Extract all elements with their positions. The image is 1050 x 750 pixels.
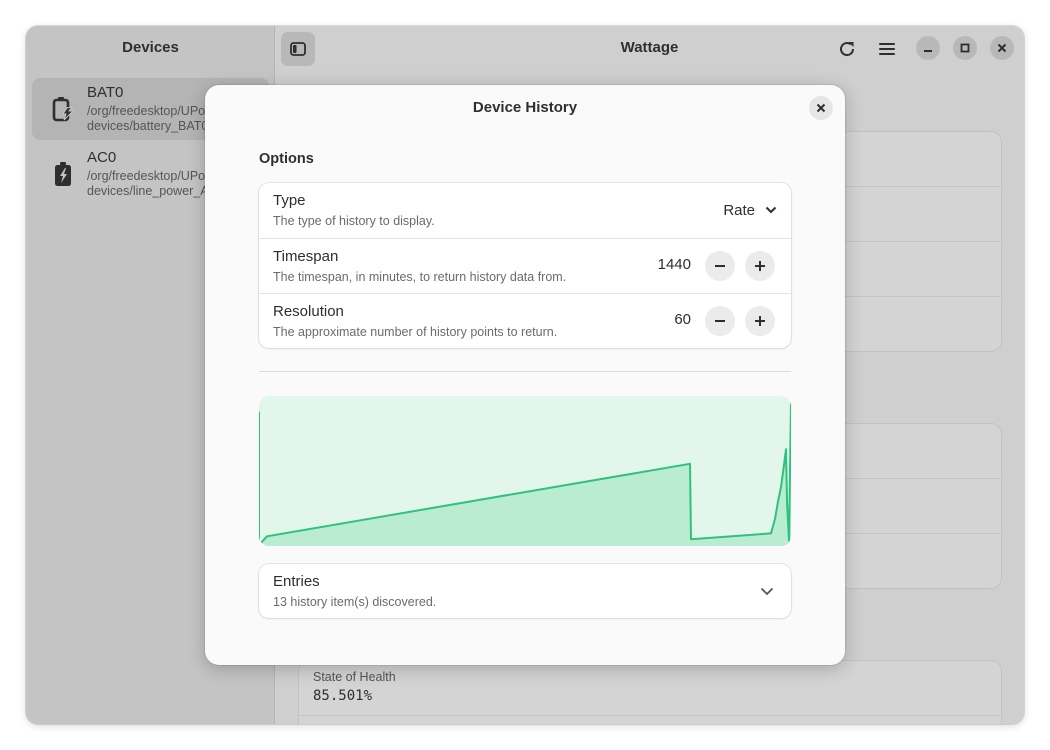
resolution-increment-button[interactable] (745, 306, 775, 336)
device-history-dialog: Device History Options Type The type of … (205, 85, 845, 665)
section-divider (259, 371, 791, 372)
plus-icon (755, 316, 765, 326)
type-row[interactable]: Type The type of history to display. Rat… (259, 183, 791, 238)
refresh-icon (840, 42, 855, 57)
state-of-health-label: State of Health (313, 670, 396, 684)
entries-chevron[interactable] (757, 581, 777, 601)
close-icon (997, 43, 1007, 53)
device-name: BAT0 (87, 84, 124, 101)
resolution-decrement-button[interactable] (705, 306, 735, 336)
timespan-value[interactable]: 1440 (658, 256, 691, 273)
timespan-title: Timespan (273, 248, 339, 265)
chevron-down-icon (760, 587, 774, 595)
options-list: Type The type of history to display. Rat… (259, 183, 791, 348)
history-chart-svg (259, 396, 791, 546)
maximize-button[interactable] (953, 36, 977, 60)
battery-charging-icon (52, 97, 75, 122)
timespan-row: Timespan The timespan, in minutes, to re… (259, 238, 791, 293)
refresh-button[interactable] (830, 32, 864, 66)
main-menu-button[interactable] (870, 32, 904, 66)
timespan-decrement-button[interactable] (705, 251, 735, 281)
chevron-down-icon (765, 206, 777, 214)
device-name: AC0 (87, 149, 117, 166)
type-dropdown[interactable]: Rate (723, 198, 777, 222)
dialog-title: Device History (472, 99, 578, 116)
type-selected-value: Rate (723, 201, 755, 219)
resolution-value[interactable]: 60 (674, 311, 691, 328)
close-window-button[interactable] (990, 36, 1014, 60)
minimize-icon (924, 50, 932, 52)
state-of-health-value: 85.501% (313, 688, 373, 704)
history-chart (259, 396, 791, 546)
dialog-close-button[interactable] (809, 96, 833, 120)
plus-icon (755, 261, 765, 271)
app-title: Wattage (620, 39, 679, 56)
entries-subtitle: 13 history item(s) discovered. (273, 595, 437, 609)
header-bar: Wattage (275, 26, 1024, 70)
health-card: State of Health 85.501% (299, 661, 1001, 724)
maximize-icon (960, 43, 970, 53)
type-title: Type (273, 192, 306, 209)
ac-power-icon (55, 162, 71, 186)
timespan-subtitle: The timespan, in minutes, to return hist… (273, 270, 567, 284)
minus-icon (715, 265, 725, 267)
entries-expander[interactable]: Entries 13 history item(s) discovered. (259, 564, 791, 618)
resolution-row: Resolution The approximate number of his… (259, 293, 791, 348)
sidebar-toggle-button[interactable] (281, 32, 315, 66)
resolution-subtitle: The approximate number of history points… (273, 325, 558, 339)
sidebar-toggle-icon (290, 42, 306, 56)
entries-title: Entries (273, 573, 320, 590)
sidebar-title: Devices (122, 39, 179, 56)
menu-icon (879, 43, 895, 55)
minus-icon (715, 320, 725, 322)
timespan-increment-button[interactable] (745, 251, 775, 281)
minimize-button[interactable] (916, 36, 940, 60)
type-subtitle: The type of history to display. (273, 214, 435, 228)
resolution-title: Resolution (273, 303, 344, 320)
close-icon (816, 103, 826, 113)
options-section-title: Options (259, 151, 314, 167)
